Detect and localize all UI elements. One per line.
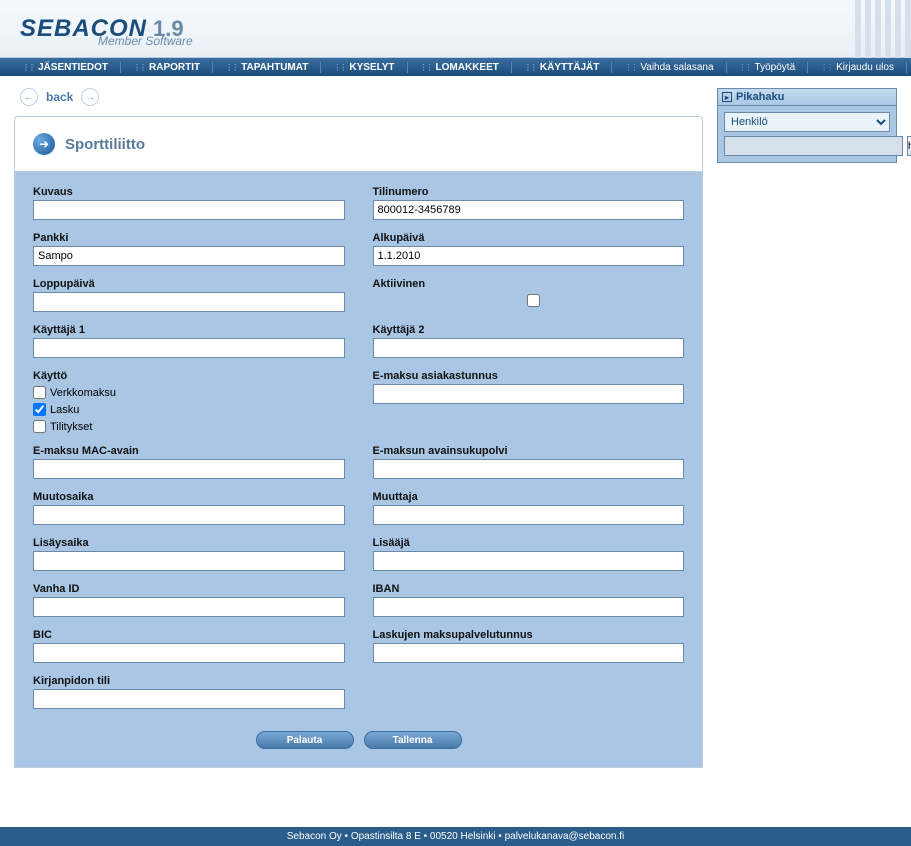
title-panel: ➜ Sporttiliitto: [14, 116, 703, 172]
label-lisaysaika: Lisäysaika: [33, 537, 345, 549]
input-emaksu-mac[interactable]: [33, 459, 345, 479]
field-muuttaja: Muuttaja: [373, 491, 685, 525]
footer: Sebacon Oy • Opastinsilta 8 E • 00520 He…: [0, 827, 911, 846]
field-emaksu-sukupolvi: E-maksun avainsukupolvi: [373, 445, 685, 479]
title-arrow-icon: ➜: [33, 133, 55, 155]
label-kayttaja1: Käyttäjä 1: [33, 324, 345, 336]
field-tilinumero: Tilinumero: [373, 186, 685, 220]
field-muutosaika: Muutosaika: [33, 491, 345, 525]
checkbox-lasku[interactable]: [33, 403, 46, 416]
label-loppupaiva: Loppupäivä: [33, 278, 345, 290]
field-kayttaja1: Käyttäjä 1: [33, 324, 345, 358]
header-decoration: [855, 0, 911, 58]
page-title: Sporttiliitto: [65, 136, 145, 153]
logo-subtitle: Member Software: [98, 34, 193, 48]
main-navbar: JÄSENTIEDOT RAPORTIT TAPAHTUMAT KYSELYT …: [0, 58, 911, 76]
field-alkupaiva: Alkupäivä: [373, 232, 685, 266]
back-navigation: ← back →: [14, 88, 703, 106]
input-muuttaja[interactable]: [373, 505, 685, 525]
form-panel: Kuvaus Tilinumero Pankki Alkupäivä: [14, 172, 703, 768]
nav-change-password[interactable]: Vaihda salasana: [612, 62, 726, 73]
input-kayttaja2[interactable]: [373, 338, 685, 358]
nav-lomakkeet[interactable]: LOMAKKEET: [408, 62, 512, 73]
field-vanha-id: Vanha ID: [33, 583, 345, 617]
field-kirjanpidon-tili: Kirjanpidon tili: [33, 675, 345, 709]
field-lisaysaika: Lisäysaika: [33, 537, 345, 571]
palauta-button[interactable]: Palauta: [256, 731, 354, 749]
input-emaksu-asiakastunnus[interactable]: [373, 384, 685, 404]
input-kayttaja1[interactable]: [33, 338, 345, 358]
chk-label-tilitykset: Tilitykset: [50, 421, 92, 433]
checkbox-verkkomaksu[interactable]: [33, 386, 46, 399]
label-emaksu-mac: E-maksu MAC-avain: [33, 445, 345, 457]
label-kaytto: Käyttö: [33, 370, 345, 382]
input-iban[interactable]: [373, 597, 685, 617]
input-loppupaiva[interactable]: [33, 292, 345, 312]
input-lisaaja[interactable]: [373, 551, 685, 571]
nav-desktop[interactable]: Työpöytä: [727, 62, 809, 73]
field-bic: BIC: [33, 629, 345, 663]
label-vanha-id: Vanha ID: [33, 583, 345, 595]
field-loppupaiva: Loppupäivä: [33, 278, 345, 312]
input-bic[interactable]: [33, 643, 345, 663]
quicksearch-toggle-icon[interactable]: ▸: [722, 92, 732, 102]
quicksearch-button[interactable]: hae: [907, 136, 911, 156]
field-emaksu-mac: E-maksu MAC-avain: [33, 445, 345, 479]
input-tilinumero[interactable]: [373, 200, 685, 220]
label-lisaaja: Lisääjä: [373, 537, 685, 549]
nav-tapahtumat[interactable]: TAPAHTUMAT: [213, 62, 321, 73]
forward-arrow-icon[interactable]: →: [81, 88, 99, 106]
field-iban: IBAN: [373, 583, 685, 617]
field-kuvaus: Kuvaus: [33, 186, 345, 220]
input-alkupaiva[interactable]: [373, 246, 685, 266]
field-aktiivinen: Aktiivinen: [373, 278, 685, 312]
quicksearch-input[interactable]: [724, 136, 903, 156]
label-emaksu-sukupolvi: E-maksun avainsukupolvi: [373, 445, 685, 457]
quicksearch-select[interactable]: Henkilö: [724, 112, 890, 132]
label-iban: IBAN: [373, 583, 685, 595]
field-emaksu-asiakastunnus: E-maksu asiakastunnus: [373, 370, 685, 433]
nav-logout[interactable]: Kirjaudu ulos: [808, 62, 907, 73]
nav-raportit[interactable]: RAPORTIT: [121, 62, 213, 73]
label-muutosaika: Muutosaika: [33, 491, 345, 503]
field-kaytto: Käyttö Verkkomaksu Lasku Tilitykset: [33, 370, 345, 433]
input-emaksu-sukupolvi[interactable]: [373, 459, 685, 479]
input-vanha-id[interactable]: [33, 597, 345, 617]
label-laskujen-mpt: Laskujen maksupalvelutunnus: [373, 629, 685, 641]
nav-kayttajat[interactable]: KÄYTTÄJÄT: [512, 62, 612, 73]
tallenna-button[interactable]: Tallenna: [364, 731, 462, 749]
label-aktiivinen: Aktiivinen: [373, 278, 685, 290]
input-kuvaus[interactable]: [33, 200, 345, 220]
input-kirjanpidon-tili[interactable]: [33, 689, 345, 709]
field-pankki: Pankki: [33, 232, 345, 266]
input-muutosaika[interactable]: [33, 505, 345, 525]
chk-label-verkkomaksu: Verkkomaksu: [50, 387, 116, 399]
checkbox-aktiivinen[interactable]: [383, 294, 685, 307]
label-pankki: Pankki: [33, 232, 345, 244]
input-laskujen-mpt[interactable]: [373, 643, 685, 663]
quicksearch-panel: ▸ Pikahaku Henkilö hae: [717, 88, 897, 163]
nav-jasentiedot[interactable]: JÄSENTIEDOT: [10, 62, 121, 73]
label-alkupaiva: Alkupäivä: [373, 232, 685, 244]
field-laskujen-mpt: Laskujen maksupalvelutunnus: [373, 629, 685, 663]
label-kuvaus: Kuvaus: [33, 186, 345, 198]
back-link[interactable]: back: [46, 90, 73, 104]
input-pankki[interactable]: [33, 246, 345, 266]
nav-kyselyt[interactable]: KYSELYT: [321, 62, 407, 73]
label-tilinumero: Tilinumero: [373, 186, 685, 198]
label-muuttaja: Muuttaja: [373, 491, 685, 503]
label-emaksu-asiakastunnus: E-maksu asiakastunnus: [373, 370, 685, 382]
input-lisaysaika[interactable]: [33, 551, 345, 571]
quicksearch-title: Pikahaku: [736, 91, 784, 103]
field-lisaaja: Lisääjä: [373, 537, 685, 571]
label-bic: BIC: [33, 629, 345, 641]
label-kayttaja2: Käyttäjä 2: [373, 324, 685, 336]
label-kirjanpidon-tili: Kirjanpidon tili: [33, 675, 345, 687]
checkbox-tilitykset[interactable]: [33, 420, 46, 433]
app-header: SEBACON 1.9 Member Software: [0, 0, 911, 58]
back-arrow-icon[interactable]: ←: [20, 88, 38, 106]
field-kayttaja2: Käyttäjä 2: [373, 324, 685, 358]
chk-label-lasku: Lasku: [50, 404, 79, 416]
